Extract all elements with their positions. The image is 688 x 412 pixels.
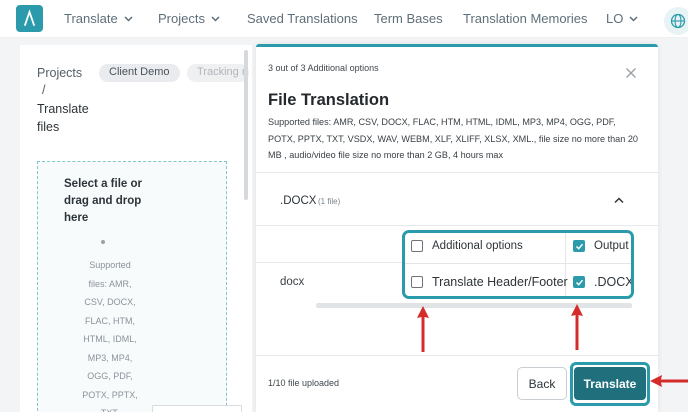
- drop-zone-title: Select a file or drag and drop here: [64, 178, 142, 224]
- horizontal-scrollbar[interactable]: [316, 303, 632, 308]
- nav-user-label: LO: [606, 11, 624, 26]
- breadcrumb-separator: /: [42, 83, 46, 97]
- footer-divider: [256, 355, 658, 356]
- drop-zone-bullet: [101, 240, 105, 244]
- file-name: docx: [280, 276, 305, 288]
- red-arrow-up-icon: [417, 306, 429, 352]
- upload-count: 1/10 file uploaded: [268, 378, 340, 388]
- nav-translate-label: Translate: [64, 11, 118, 26]
- red-arrow-up-icon: [571, 304, 583, 350]
- breadcrumb-projects[interactable]: Projects: [37, 66, 82, 80]
- modal-accent-bar: [256, 44, 658, 47]
- options-highlight-box: [402, 230, 634, 299]
- nav-projects[interactable]: Projects: [158, 11, 220, 26]
- background-element: [152, 405, 242, 412]
- format-group-count: (1 file): [318, 197, 341, 206]
- project-chip[interactable]: Client Demo: [99, 64, 180, 82]
- tracking-chip[interactable]: Tracking n: [187, 64, 249, 82]
- top-nav: Translate Projects Saved Translations Te…: [0, 0, 688, 38]
- modal-title: File Translation: [268, 91, 390, 109]
- nav-translation-memories-label: Translation Memories: [463, 11, 588, 26]
- nav-translate[interactable]: Translate: [64, 11, 133, 26]
- nav-term-bases[interactable]: Term Bases: [374, 11, 443, 26]
- nav-saved-translations[interactable]: Saved Translations: [247, 11, 358, 26]
- red-arrow-left-icon: [650, 375, 688, 387]
- chevron-up-icon[interactable]: [613, 196, 625, 204]
- nav-user-menu[interactable]: LO: [606, 11, 638, 26]
- chevron-down-icon: [629, 15, 638, 22]
- nav-projects-label: Projects: [158, 11, 205, 26]
- chevron-down-icon: [124, 15, 133, 22]
- divider: [256, 225, 658, 226]
- modal-subtitle: Supported files: AMR, CSV, DOCX, FLAC, H…: [268, 117, 638, 160]
- globe-icon[interactable]: [664, 7, 688, 35]
- translate-button[interactable]: Translate: [574, 367, 646, 400]
- step-indicator: 3 out of 3 Additional options: [268, 63, 379, 73]
- breadcrumb-current-line1: Translate: [37, 102, 89, 116]
- nav-translation-memories[interactable]: Translation Memories: [463, 11, 588, 26]
- back-button[interactable]: Back: [517, 367, 567, 400]
- nav-term-bases-label: Term Bases: [374, 11, 443, 26]
- divider: [256, 262, 404, 263]
- format-group-label[interactable]: .DOCX: [280, 195, 316, 207]
- close-icon[interactable]: [623, 65, 639, 81]
- breadcrumb-current-line2: files: [37, 120, 60, 134]
- lambda-logo-icon[interactable]: [16, 5, 43, 32]
- left-scrollbar[interactable]: [244, 50, 248, 200]
- nav-saved-translations-label: Saved Translations: [247, 11, 358, 26]
- drop-zone-supported: Supported files: AMR, CSV, DOCX, FLAC, H…: [82, 260, 138, 412]
- chevron-down-icon: [211, 15, 220, 22]
- divider: [256, 172, 658, 173]
